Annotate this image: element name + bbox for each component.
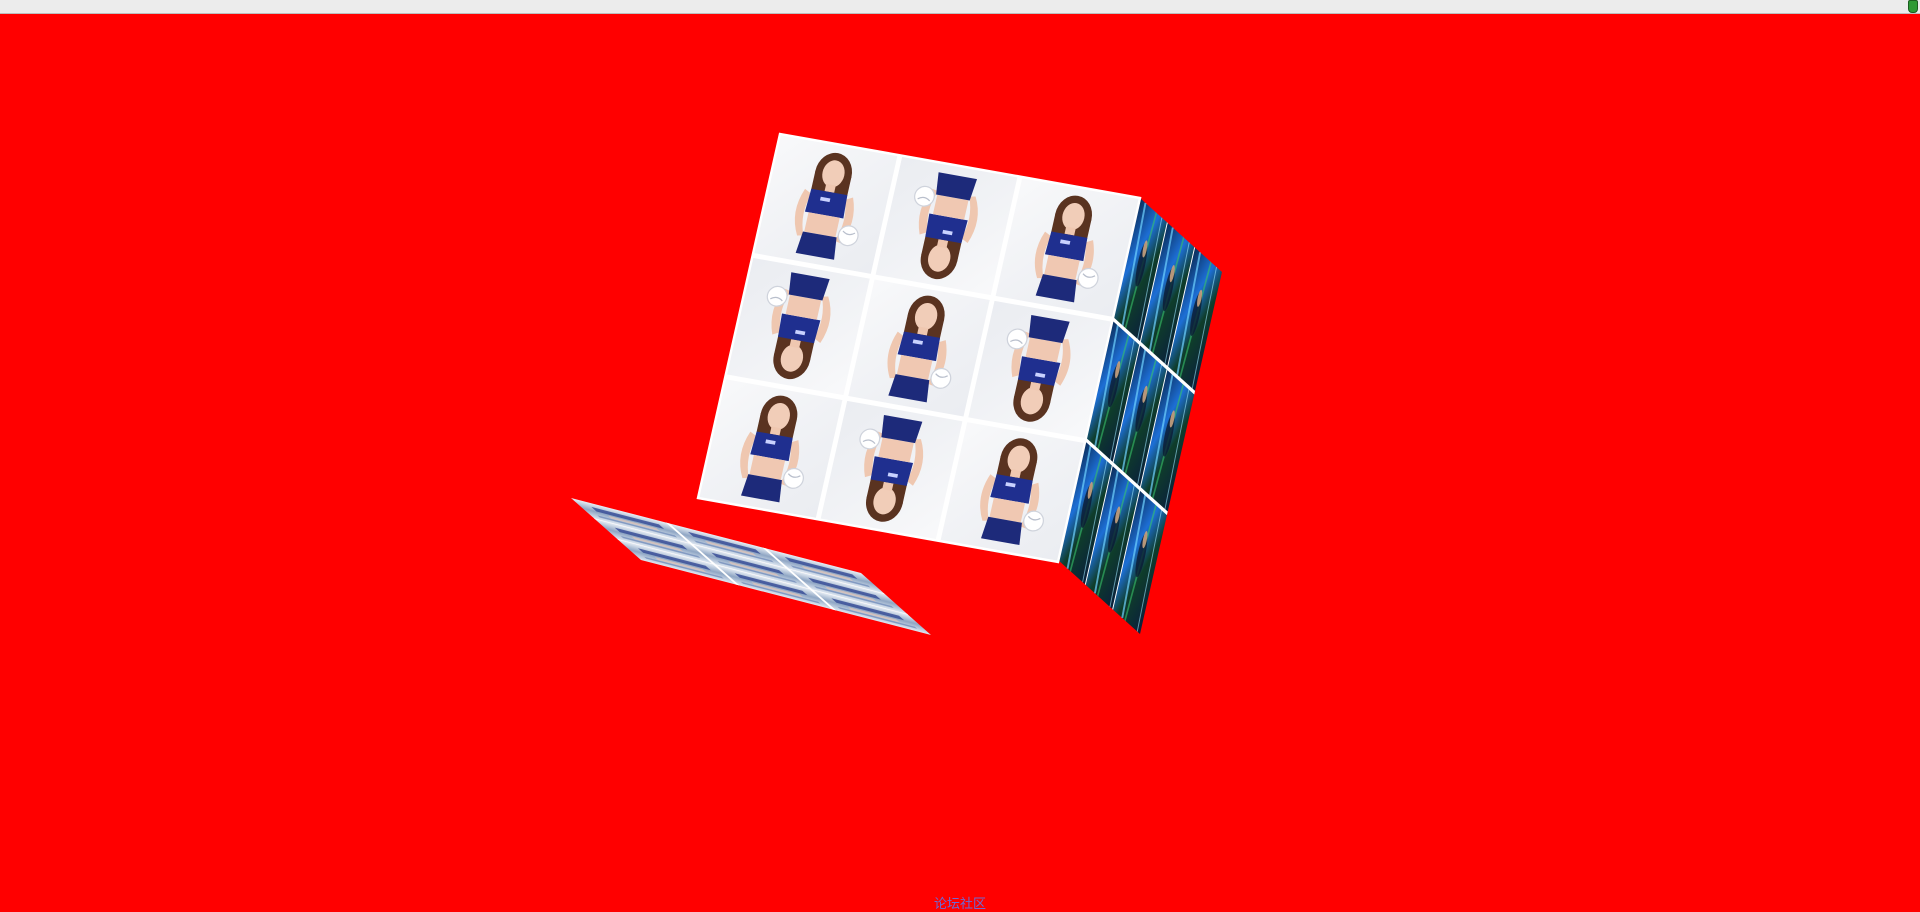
rotating-photo-cube[interactable] — [0, 0, 1920, 909]
forum-community-link[interactable]: 论坛社区 — [0, 893, 1920, 912]
cube-front-face — [696, 132, 1142, 564]
cube-stage — [0, 0, 1920, 909]
